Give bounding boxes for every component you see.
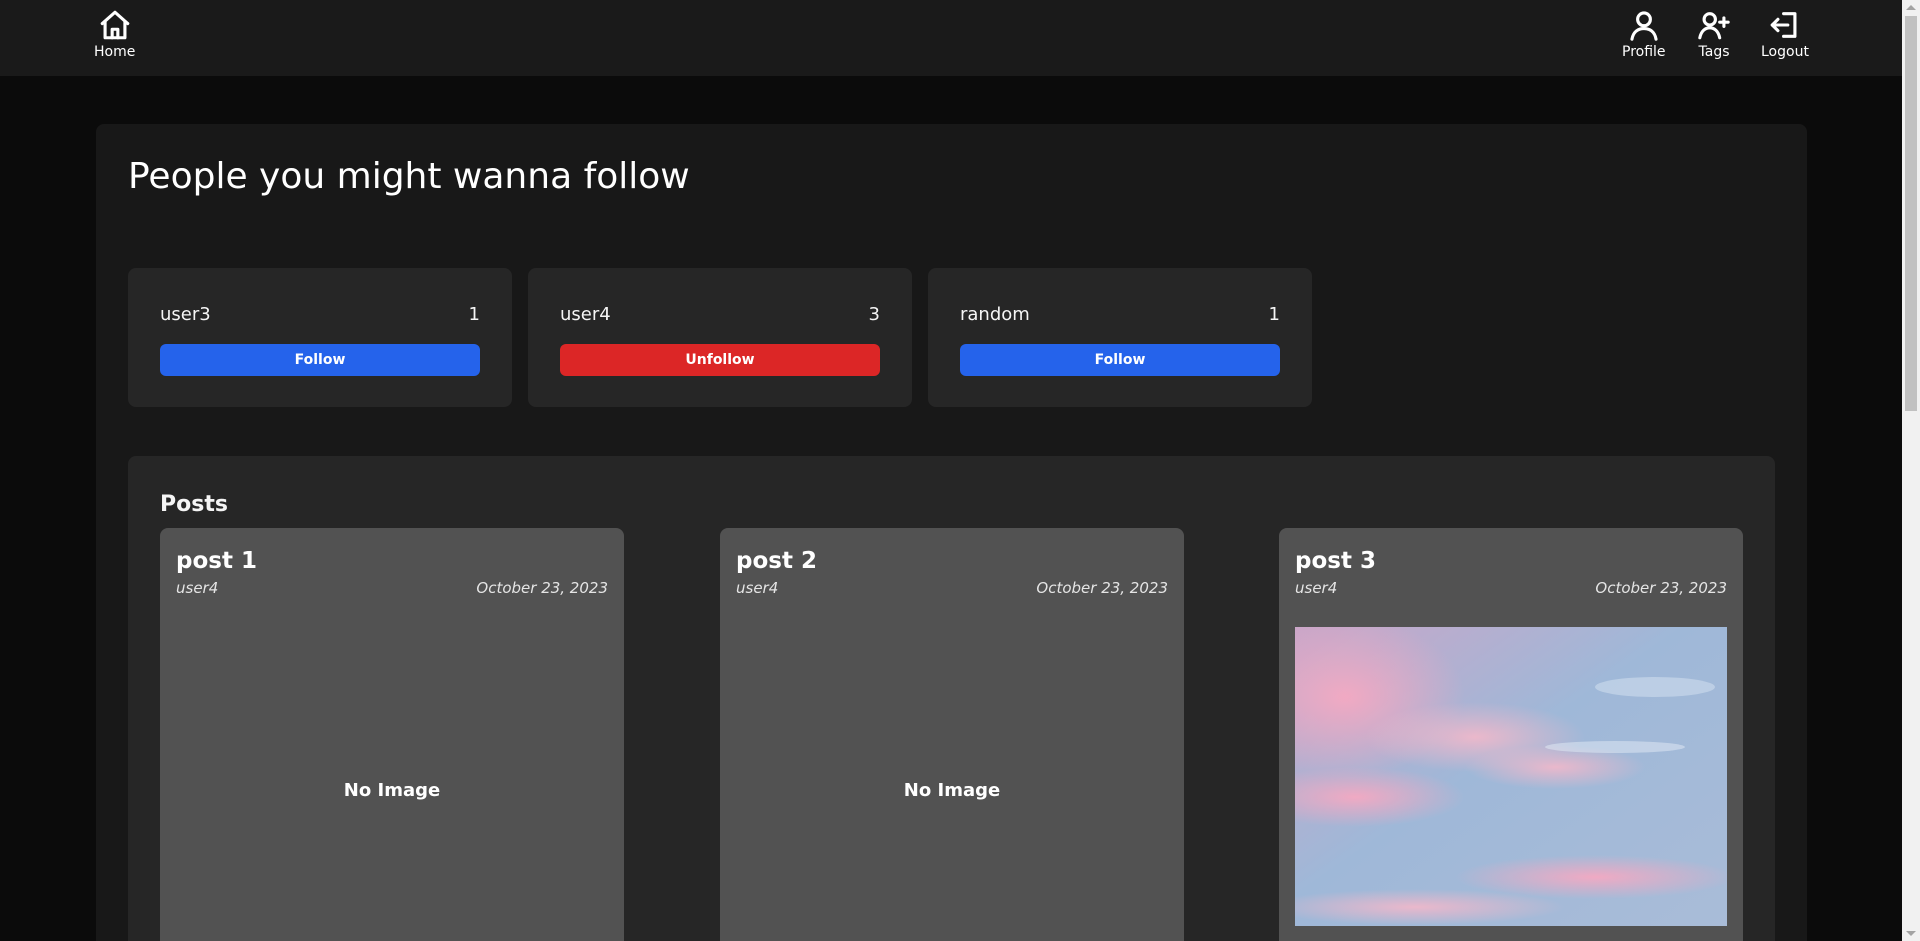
- post-card[interactable]: post 2 user4 October 23, 2023 No Image: [720, 528, 1184, 941]
- nav-logout-label: Logout: [1761, 44, 1809, 60]
- nav-logout-link[interactable]: Logout: [1761, 8, 1809, 60]
- post-card[interactable]: post 1 user4 October 23, 2023 No Image: [160, 528, 624, 941]
- follow-button[interactable]: Follow: [960, 344, 1280, 376]
- scroll-up-arrow-icon[interactable]: [1906, 5, 1916, 10]
- suggestion-card-user3: user3 1 Follow: [128, 268, 512, 407]
- page-title: People you might wanna follow: [128, 156, 690, 197]
- suggestion-count: 1: [468, 304, 480, 325]
- nav-profile-label: Profile: [1622, 44, 1666, 60]
- post-date: October 23, 2023: [1036, 579, 1168, 597]
- no-image-placeholder: No Image: [343, 780, 441, 801]
- suggestion-username[interactable]: user4: [560, 304, 611, 325]
- follow-button[interactable]: Follow: [160, 344, 480, 376]
- nav-profile-link[interactable]: Profile: [1622, 8, 1666, 60]
- user-plus-icon: [1698, 12, 1730, 40]
- home-icon: [100, 10, 129, 40]
- nav-tags-label: Tags: [1698, 44, 1730, 60]
- suggestion-username[interactable]: user3: [160, 304, 211, 325]
- sky-image: [1295, 627, 1727, 926]
- top-navbar: Home Profile Tags Logout: [0, 0, 1902, 76]
- nav-home-link[interactable]: Home: [94, 8, 135, 60]
- post-author: user4: [176, 579, 219, 597]
- user-icon: [1630, 11, 1658, 41]
- no-image-placeholder: No Image: [903, 780, 1001, 801]
- suggestion-username[interactable]: random: [960, 304, 1030, 325]
- suggestion-count: 1: [1268, 304, 1280, 325]
- suggestion-count: 3: [868, 304, 880, 325]
- post-image[interactable]: [1295, 627, 1727, 926]
- post-author: user4: [736, 579, 779, 597]
- suggestion-card-user4: user4 3 Unfollow: [528, 268, 912, 407]
- posts-section: Posts post 1 user4 October 23, 2023 No I…: [128, 456, 1775, 941]
- nav-tags-link[interactable]: Tags: [1697, 8, 1731, 60]
- suggestion-card-random: random 1 Follow: [928, 268, 1312, 407]
- post-date: October 23, 2023: [1595, 579, 1727, 597]
- nav-home-label: Home: [94, 44, 136, 60]
- posts-heading: Posts: [160, 492, 228, 517]
- post-date: October 23, 2023: [476, 579, 608, 597]
- scrollbar-thumb[interactable]: [1905, 16, 1917, 411]
- logout-icon: [1770, 12, 1797, 38]
- post-title[interactable]: post 3: [1295, 548, 1376, 574]
- page-scrollbar[interactable]: [1902, 0, 1920, 941]
- post-title[interactable]: post 2: [736, 548, 817, 574]
- main-content: People you might wanna follow user3 1 Fo…: [96, 124, 1807, 941]
- scroll-down-arrow-icon[interactable]: [1906, 931, 1916, 936]
- post-title[interactable]: post 1: [176, 548, 257, 574]
- post-card[interactable]: post 3 user4 October 23, 2023: [1279, 528, 1743, 941]
- post-author: user4: [1295, 579, 1338, 597]
- unfollow-button[interactable]: Unfollow: [560, 344, 880, 376]
